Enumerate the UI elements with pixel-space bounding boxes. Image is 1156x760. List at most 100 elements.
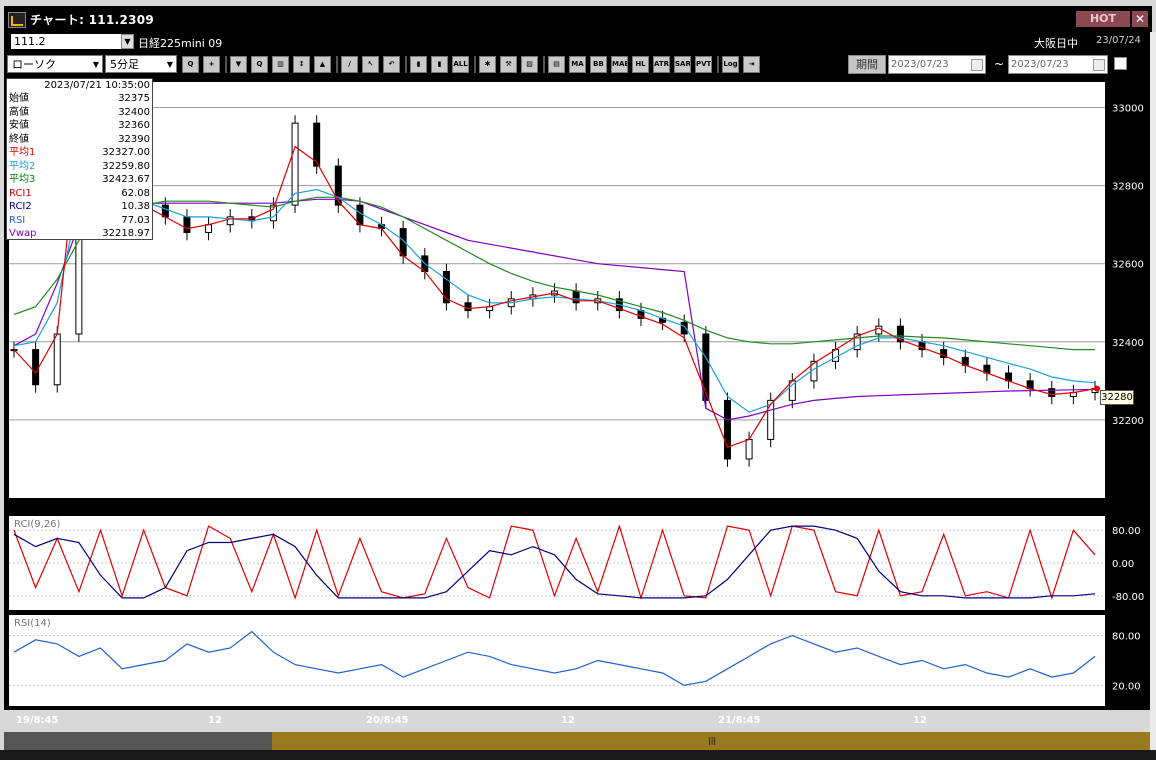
tool-3-icon[interactable]: ▼ bbox=[230, 56, 247, 73]
chevron-down-icon: ▼ bbox=[166, 60, 173, 69]
chart-area[interactable]: 33000 32800 32600 32400 32200 80.00 0.00 -80.00… bbox=[4, 78, 1150, 726]
candle-body bbox=[680, 321, 688, 335]
export-icon[interactable]: ⇥ bbox=[743, 56, 760, 73]
hot-button[interactable]: HOT bbox=[1076, 11, 1130, 27]
info-label: Vwap bbox=[9, 228, 37, 239]
candle-body bbox=[313, 122, 321, 167]
calendar-icon[interactable] bbox=[1093, 59, 1105, 71]
navigator-left bbox=[4, 732, 272, 750]
instrument-name: 日経225mini 09 bbox=[138, 37, 223, 50]
info-value: 32390 bbox=[118, 133, 150, 145]
rsi-axis-label: 20.00 bbox=[1112, 681, 1141, 692]
timeframe-value: 5分足 bbox=[110, 58, 139, 71]
bb-button[interactable]: BB bbox=[590, 56, 607, 73]
log-button[interactable]: Log bbox=[722, 56, 739, 73]
toolbar-separator bbox=[336, 56, 338, 73]
info-label: 始値 bbox=[9, 93, 29, 104]
date-to-value: 2023/07/23 bbox=[1011, 59, 1069, 70]
info-label: 高値 bbox=[9, 106, 29, 118]
date-from-field[interactable]: 2023/07/23 bbox=[888, 55, 986, 74]
pointer-icon[interactable]: ↖ bbox=[362, 56, 379, 73]
pvt-button[interactable]: PVT bbox=[695, 56, 712, 73]
candle-body bbox=[464, 302, 472, 312]
info-label: RCI1 bbox=[9, 187, 32, 199]
range-separator: ~ bbox=[994, 57, 1005, 71]
info-value: 32375 bbox=[118, 93, 150, 104]
hl-button[interactable]: HL bbox=[632, 56, 649, 73]
current-price-label: 32280 bbox=[1100, 390, 1134, 405]
period-button[interactable]: 期間 bbox=[848, 55, 886, 74]
settings-icon[interactable]: ✱ bbox=[479, 56, 496, 73]
info-value: 10.38 bbox=[121, 201, 150, 212]
tool-bar: ローソク ▼ 5分足 ▼ Q + ▼ Q ▥ ↕ ▲ / ↖ ↶ ▮ ▮ ALL ✱ ⚒ ▨ ▤ MA BB MAE H… bbox=[4, 52, 1152, 78]
chart-window: チャート: 111.2309 HOT ✕ 111.2 ▼ 日経225mini 0… bbox=[0, 0, 1156, 760]
window-title: チャート: 111.2309 bbox=[30, 13, 155, 27]
rci-title: RCI(9,26) bbox=[14, 519, 61, 530]
chart-svg[interactable]: 33000 32800 32600 32400 32200 80.00 0.00 -80.00… bbox=[4, 78, 1150, 728]
undo-icon[interactable]: ↶ bbox=[383, 56, 400, 73]
tool-4-icon[interactable]: Q bbox=[251, 56, 268, 73]
chart-app-icon bbox=[8, 12, 26, 28]
date-to-field[interactable]: 2023/07/23 bbox=[1008, 55, 1108, 74]
x-axis-label: 19/8:45 bbox=[16, 715, 58, 726]
toggle-checkbox[interactable] bbox=[1114, 57, 1127, 70]
info-datetime-row: 2023/07/21 10:35:00 bbox=[9, 79, 150, 92]
toolbar-separator bbox=[474, 56, 476, 73]
timeframe-select[interactable]: 5分足 ▼ bbox=[105, 55, 177, 73]
current-date: 23/07/24 bbox=[1096, 35, 1141, 46]
info-value: 32423.67 bbox=[102, 174, 150, 185]
ma-button[interactable]: MA bbox=[569, 56, 586, 73]
info-row: 始値 32375 bbox=[9, 92, 150, 105]
mae-button[interactable]: MAE bbox=[611, 56, 628, 73]
symbol-input[interactable]: 111.2 bbox=[11, 34, 121, 49]
color-icon[interactable]: ▨ bbox=[521, 56, 538, 73]
bar-style-2-icon[interactable]: ▮ bbox=[431, 56, 448, 73]
candle-body bbox=[32, 349, 40, 386]
calendar-icon[interactable] bbox=[971, 59, 983, 71]
info-value: 32360 bbox=[118, 120, 150, 131]
info-value: 32218.97 bbox=[102, 228, 150, 239]
tool-5-icon[interactable]: ▥ bbox=[272, 56, 289, 73]
atr-button[interactable]: ATR bbox=[653, 56, 670, 73]
bar-style-1-icon[interactable]: ▮ bbox=[410, 56, 427, 73]
candle-body bbox=[767, 399, 775, 440]
navigator-grip-icon[interactable]: ||| bbox=[708, 736, 718, 746]
candle-body bbox=[53, 333, 61, 386]
chart-type-value: ローソク bbox=[12, 58, 56, 71]
wrench-icon[interactable]: ⚒ bbox=[500, 56, 517, 73]
info-label: 終値 bbox=[9, 133, 29, 145]
info-row: 平均3 32423.67 bbox=[9, 173, 150, 186]
info-panel: 2023/07/21 10:35:00 始値 32375 高値 32400 安値 3236… bbox=[6, 78, 153, 240]
pencil-icon[interactable]: / bbox=[341, 56, 358, 73]
zoom-icon[interactable]: Q bbox=[182, 56, 199, 73]
rsi-pane bbox=[9, 615, 1105, 706]
rci-axis-label: 0.00 bbox=[1112, 559, 1134, 570]
candle-body bbox=[205, 224, 213, 233]
bottom-strip bbox=[0, 750, 1156, 760]
chevron-down-icon: ▼ bbox=[92, 60, 99, 69]
info-datetime: 2023/07/21 10:35:00 bbox=[44, 80, 150, 91]
info-label: RSI bbox=[9, 214, 26, 226]
date-from-value: 2023/07/23 bbox=[891, 59, 949, 70]
crosshair-icon[interactable]: + bbox=[203, 56, 220, 73]
x-axis-label: 12 bbox=[208, 715, 222, 726]
candle-body bbox=[723, 399, 731, 460]
all-button[interactable]: ALL bbox=[452, 56, 469, 73]
price-axis-label: 32400 bbox=[1112, 338, 1144, 349]
info-label: 平均1 bbox=[9, 147, 36, 158]
candle-body bbox=[702, 333, 710, 401]
chart-type-select[interactable]: ローソク ▼ bbox=[7, 55, 103, 73]
symbol-dropdown-button[interactable]: ▼ bbox=[121, 34, 134, 49]
price-axis-label: 33000 bbox=[1112, 104, 1144, 115]
navigator-bar[interactable]: ||| bbox=[4, 732, 1150, 750]
price-axis-label: 32600 bbox=[1112, 260, 1144, 271]
indicator-icon[interactable]: ▤ bbox=[548, 56, 565, 73]
info-row: 平均2 32259.80 bbox=[9, 160, 150, 173]
close-button[interactable]: ✕ bbox=[1132, 11, 1148, 27]
info-row: 安値 32360 bbox=[9, 119, 150, 132]
sar-button[interactable]: SAR bbox=[674, 56, 691, 73]
x-axis-label: 21/8:45 bbox=[718, 715, 760, 726]
tool-7-icon[interactable]: ▲ bbox=[314, 56, 331, 73]
tool-6-icon[interactable]: ↕ bbox=[293, 56, 310, 73]
info-row: Vwap 32218.97 bbox=[9, 227, 150, 240]
